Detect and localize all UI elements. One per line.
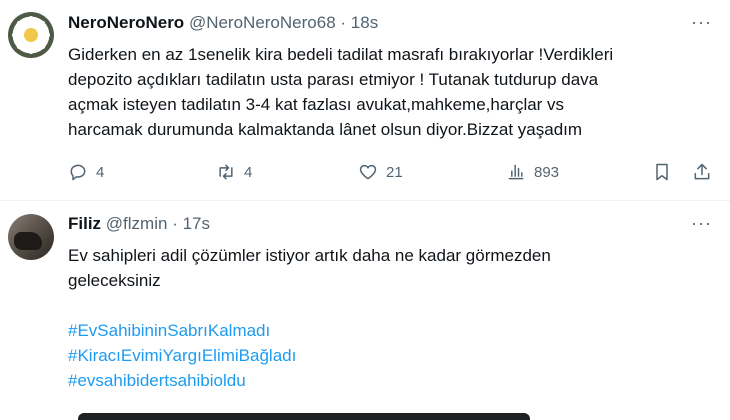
bookmark-button[interactable]	[652, 158, 672, 186]
tweet-2[interactable]: Filiz @flzmin · 17s ··· Ev sahipleri adi…	[0, 201, 730, 420]
retweet-icon	[219, 164, 233, 180]
retweet-count: 4	[244, 163, 253, 181]
separator: ·	[340, 13, 347, 32]
author-handle[interactable]: @NeroNeroNero68	[189, 13, 336, 32]
reply-count: 4	[96, 163, 105, 181]
tweet-text-line: geleceksiniz	[68, 271, 161, 290]
retweet-button[interactable]: 4	[216, 158, 252, 186]
views-icon	[508, 164, 524, 180]
tweet-text-line: Giderken en az 1senelik kira bedeli tadi…	[68, 45, 614, 64]
more-icon[interactable]: ···	[691, 213, 712, 234]
tweet-text-line: depozito açdıkları tadilatın usta parası…	[68, 70, 599, 89]
share-icon	[694, 163, 710, 180]
timestamp[interactable]: 17s	[183, 214, 210, 233]
avatar[interactable]	[8, 214, 54, 260]
tweet-text: Giderken en az 1senelik kira bedeli tadi…	[68, 42, 613, 142]
tweet-1[interactable]: NeroNeroNero @NeroNeroNero68 · 18s ··· G…	[0, 0, 730, 200]
author-name[interactable]: Filiz	[68, 214, 101, 233]
reply-icon	[70, 164, 86, 181]
tweet-text-line: harcamak durumunda kalmaktanda lânet ols…	[68, 120, 583, 139]
tweet-text-line: Ev sahipleri adil çözümler istiyor artık…	[68, 246, 551, 265]
views-count: 893	[534, 163, 560, 181]
hashtag-link[interactable]: #evsahibidertsahibioldu	[68, 368, 296, 393]
timestamp[interactable]: 18s	[351, 13, 378, 32]
tweet-text-line: açmak isteyen tadilatın 3-4 kat fazlası …	[68, 95, 565, 114]
bookmark-icon	[656, 163, 668, 181]
like-count: 21	[386, 163, 403, 181]
like-icon	[359, 164, 377, 180]
tweet-text: Ev sahipleri adil çözümler istiyor artık…	[68, 243, 551, 293]
author-name[interactable]: NeroNeroNero	[68, 13, 184, 32]
reply-button[interactable]: 4	[68, 158, 104, 186]
hashtag-list: #EvSahibininSabrıKalmadı #KiracıEvimiYar…	[68, 318, 296, 393]
views-button[interactable]: 893	[506, 158, 559, 186]
hashtag-link[interactable]: #KiracıEvimiYargıElimiBağladı	[68, 343, 296, 368]
embedded-media-edge[interactable]	[78, 413, 530, 420]
action-bar: 4 4 21 893	[68, 158, 718, 186]
like-button[interactable]: 21	[358, 158, 403, 186]
hashtag-link[interactable]: #EvSahibininSabrıKalmadı	[68, 318, 296, 343]
separator: ·	[172, 214, 178, 233]
share-button[interactable]	[692, 158, 712, 186]
avatar[interactable]	[8, 12, 54, 58]
more-icon[interactable]: ···	[691, 12, 712, 33]
author-handle[interactable]: @flzmin	[106, 214, 168, 233]
